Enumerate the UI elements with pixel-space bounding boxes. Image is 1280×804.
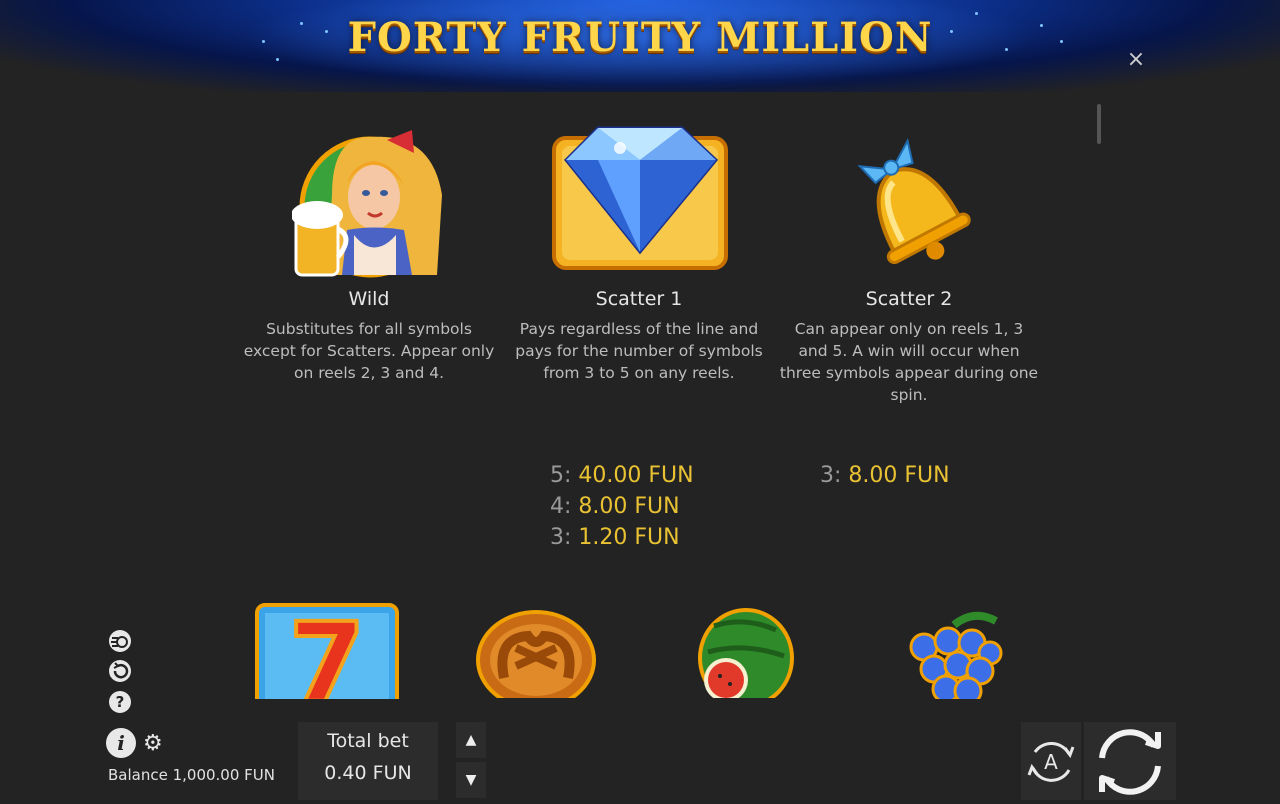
watermelon-icon: [694, 606, 794, 698]
balance-display: Balance 1,000.00 FUN: [108, 766, 275, 784]
scatter2-card: Scatter 2 Can appear only on reels 1, 3 …: [779, 288, 1039, 406]
bet-increase-button[interactable]: ▲: [456, 722, 486, 758]
scatter2-paytable: 3: 8.00 FUN: [820, 460, 950, 491]
total-bet-box: Total bet 0.40 FUN: [298, 722, 438, 800]
help-icon[interactable]: ?: [109, 691, 131, 713]
wild-card: Wild Substitutes for all symbols except …: [239, 288, 499, 384]
pay-value: 1.20 FUN: [578, 525, 680, 550]
pay-value: 8.00 FUN: [578, 494, 680, 519]
autoplay-label: A: [1044, 750, 1058, 774]
grapes-icon: [904, 607, 1004, 699]
pay-row: 4: 8.00 FUN: [550, 491, 694, 522]
bet-decrease-button[interactable]: ▼: [456, 762, 486, 798]
spin-button[interactable]: [1084, 722, 1176, 800]
symbol-name: Scatter 2: [865, 288, 953, 310]
scrollbar[interactable]: [1097, 104, 1101, 144]
info-icon[interactable]: i: [106, 728, 136, 758]
pay-count: 3:: [820, 463, 842, 488]
bell-icon: [843, 133, 978, 273]
total-bet-value: 0.40 FUN: [324, 762, 412, 784]
seven-icon: 7: [255, 603, 399, 699]
history-icon[interactable]: [109, 660, 131, 682]
symbol-name: Wild: [348, 288, 390, 310]
diamond-icon: [550, 124, 730, 272]
turbo-icon[interactable]: [109, 630, 131, 652]
pay-count: 4:: [550, 494, 572, 519]
pay-count: 5:: [550, 463, 572, 488]
autoplay-icon: A: [1027, 741, 1075, 782]
symbol-name: Scatter 1: [595, 288, 683, 310]
pay-value: 8.00 FUN: [848, 463, 950, 488]
pay-row: 3: 1.20 FUN: [550, 522, 694, 553]
settings-icon[interactable]: ⚙: [143, 731, 163, 756]
close-button[interactable]: ×: [1124, 48, 1148, 72]
pretzel-icon: [476, 608, 596, 698]
symbol-description: Substitutes for all symbols except for S…: [243, 320, 495, 382]
autoplay-button[interactable]: A: [1021, 722, 1081, 800]
symbol-description: Can appear only on reels 1, 3 and 5. A w…: [779, 320, 1039, 404]
symbol-description: Pays regardless of the line and pays for…: [515, 320, 763, 382]
pay-row: 5: 40.00 FUN: [550, 460, 694, 491]
pay-row: 3: 8.00 FUN: [820, 460, 950, 491]
scatter1-paytable: 5: 40.00 FUN 4: 8.00 FUN 3: 1.20 FUN: [550, 460, 694, 553]
total-bet-label: Total bet: [327, 730, 409, 752]
game-header: FORTY FRUITY MILLION: [0, 0, 1280, 92]
seven-label: 7: [289, 603, 366, 699]
pay-value: 40.00 FUN: [578, 463, 694, 488]
spin-icon: [1099, 729, 1161, 795]
wild-girl-icon: [291, 125, 462, 280]
game-title: FORTY FRUITY MILLION: [347, 14, 933, 61]
scatter1-card: Scatter 1 Pays regardless of the line an…: [509, 288, 769, 384]
pay-count: 3:: [550, 525, 572, 550]
